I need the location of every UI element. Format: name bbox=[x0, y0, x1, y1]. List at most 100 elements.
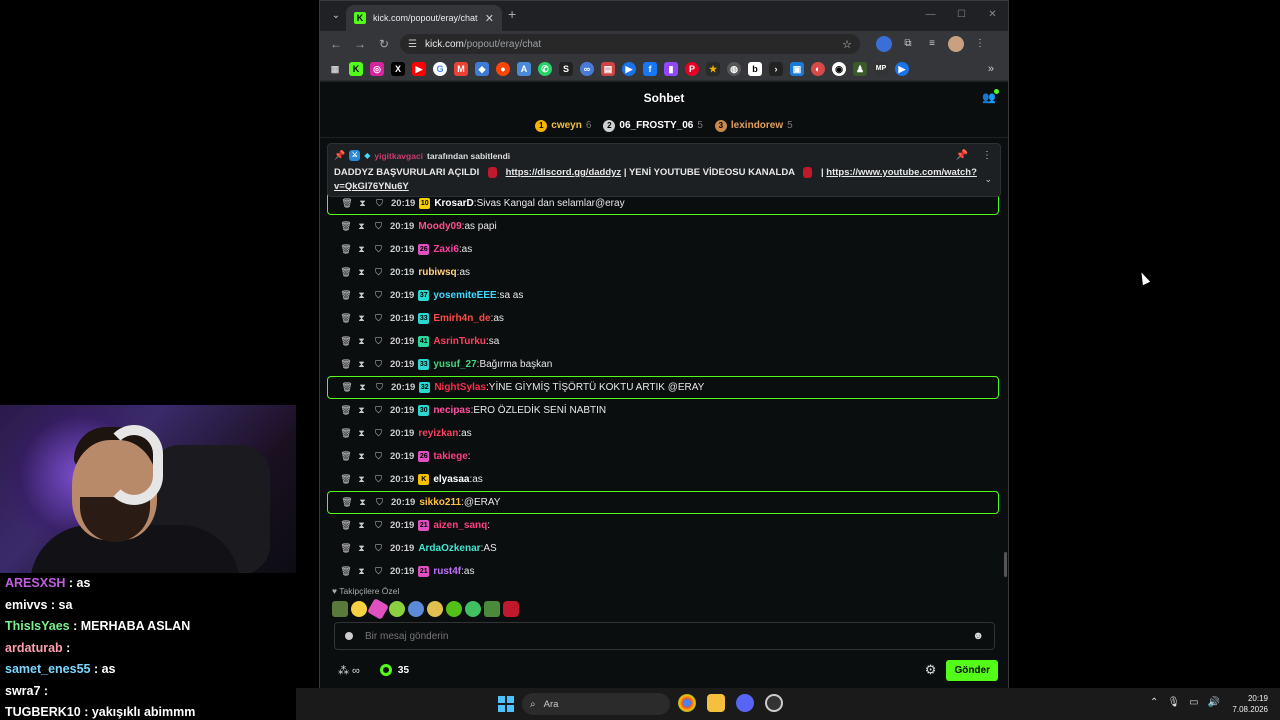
emote-10[interactable] bbox=[503, 601, 519, 617]
bookmark-red-icon[interactable]: ◐ bbox=[811, 61, 825, 76]
delete-message-icon[interactable]: 🗑 bbox=[339, 543, 353, 554]
chat-username[interactable]: Emirh4n_de bbox=[433, 313, 490, 324]
emoji-icon[interactable]: ☻ bbox=[972, 630, 984, 642]
emote-2[interactable] bbox=[351, 601, 367, 617]
timeout-icon[interactable]: ⧗ bbox=[353, 566, 370, 577]
profile-avatar[interactable] bbox=[948, 36, 964, 52]
timeout-icon[interactable]: ⧗ bbox=[353, 451, 370, 462]
send-button[interactable]: Gönder bbox=[946, 659, 998, 681]
bookmark-kick-icon[interactable]: K bbox=[349, 61, 363, 76]
timeout-icon[interactable]: ⧗ bbox=[353, 543, 370, 554]
leaderboard-entry[interactable]: 3 lexindorew 5 bbox=[714, 119, 793, 132]
bookmark-sphere-icon[interactable]: ◍ bbox=[727, 61, 741, 76]
close-window-button[interactable]: ✕ bbox=[977, 1, 1008, 29]
ban-icon[interactable]: ⛉ bbox=[370, 336, 387, 347]
bookmark-s-icon[interactable]: S bbox=[559, 61, 573, 76]
chat-username[interactable]: rubiwsq bbox=[418, 267, 456, 278]
chat-username[interactable]: takiege bbox=[433, 451, 467, 462]
ban-icon[interactable]: ⛉ bbox=[370, 474, 387, 485]
timeout-icon[interactable]: ⧗ bbox=[354, 497, 371, 508]
ban-icon[interactable]: ⛉ bbox=[371, 497, 388, 508]
tab-kick-chat[interactable]: K kick.com/popout/eray/chat ✕ bbox=[346, 5, 502, 31]
timeout-icon[interactable]: ⧗ bbox=[354, 198, 371, 209]
timeout-icon[interactable]: ⧗ bbox=[353, 290, 370, 301]
timeout-icon[interactable]: ⧗ bbox=[353, 221, 370, 232]
bookmark-figure-icon[interactable]: ♟ bbox=[853, 61, 867, 76]
timeout-icon[interactable]: ⧗ bbox=[353, 520, 370, 531]
timeout-icon[interactable]: ⧗ bbox=[353, 359, 370, 370]
delete-message-icon[interactable]: 🗑 bbox=[339, 267, 353, 278]
delete-message-icon[interactable]: 🗑 bbox=[339, 405, 353, 416]
bookmark-drive-icon[interactable]: ◆ bbox=[475, 61, 489, 76]
chat-username[interactable]: sikko211 bbox=[419, 497, 461, 508]
bookmark-star-icon[interactable]: ☆ bbox=[842, 38, 852, 51]
chat-username[interactable]: yosemiteEEE bbox=[433, 290, 496, 301]
emote-5[interactable] bbox=[408, 601, 424, 617]
message-input[interactable] bbox=[365, 630, 973, 642]
delete-message-icon[interactable]: 🗑 bbox=[339, 221, 353, 232]
more-bookmarks-icon[interactable]: » bbox=[988, 63, 994, 75]
taskbar-search[interactable]: ⌕ Ara bbox=[522, 693, 670, 715]
delete-message-icon[interactable]: 🗑 bbox=[340, 382, 354, 393]
start-button[interactable] bbox=[498, 696, 514, 712]
bookmark-link-icon[interactable]: ∞ bbox=[580, 61, 594, 76]
delete-message-icon[interactable]: 🗑 bbox=[340, 198, 354, 209]
chat-username[interactable]: rust4f bbox=[433, 566, 461, 577]
bookmark-arrow-icon[interactable]: › bbox=[769, 61, 783, 76]
timeout-icon[interactable]: ⧗ bbox=[353, 267, 370, 278]
site-info-icon[interactable]: ☰ bbox=[408, 39, 417, 50]
ban-icon[interactable]: ⛉ bbox=[370, 244, 387, 255]
emote-9[interactable] bbox=[484, 601, 500, 617]
bookmark-mp-icon[interactable]: MP bbox=[874, 61, 888, 76]
chat-username[interactable]: aizen_sanq bbox=[433, 520, 487, 531]
ban-icon[interactable]: ⛉ bbox=[371, 382, 388, 393]
ban-icon[interactable]: ⛉ bbox=[370, 520, 387, 531]
taskbar-clock[interactable]: 20:19 7.08.2026 bbox=[1232, 693, 1268, 715]
chat-username[interactable]: necipas bbox=[433, 405, 470, 416]
timeout-icon[interactable]: ⧗ bbox=[353, 313, 370, 324]
leaderboard-entry[interactable]: 2 06_FROSTY_06 5 bbox=[603, 119, 703, 132]
bookmark-twitch-icon[interactable]: ▮ bbox=[664, 61, 678, 76]
back-icon[interactable]: ← bbox=[324, 37, 348, 51]
emote-1[interactable] bbox=[332, 601, 348, 617]
user-settings-icon[interactable]: 👥 bbox=[982, 89, 999, 105]
ban-icon[interactable]: ⛉ bbox=[370, 405, 387, 416]
delete-message-icon[interactable]: 🗑 bbox=[339, 359, 353, 370]
bookmark-star-icon[interactable]: ★ bbox=[706, 61, 720, 76]
timeout-icon[interactable]: ⧗ bbox=[353, 244, 370, 255]
delete-message-icon[interactable]: 🗑 bbox=[339, 451, 353, 462]
bookmark-youtube-icon[interactable]: ▶ bbox=[412, 61, 426, 76]
pinned-discord-link[interactable]: https://discord.gg/daddyz bbox=[506, 167, 622, 178]
bookmark-circle-icon[interactable]: ◉ bbox=[832, 61, 846, 76]
maximize-button[interactable]: ☐ bbox=[946, 1, 977, 29]
bookmark-play2-icon[interactable]: ▶ bbox=[895, 61, 909, 76]
bookmark-reddit-icon[interactable]: ● bbox=[496, 61, 510, 76]
chat-username[interactable]: yusuf_27 bbox=[433, 359, 476, 370]
delete-message-icon[interactable]: 🗑 bbox=[339, 313, 353, 324]
ban-icon[interactable]: ⛉ bbox=[370, 267, 387, 278]
close-tab-icon[interactable]: ✕ bbox=[485, 12, 494, 25]
delete-message-icon[interactable]: 🗑 bbox=[339, 290, 353, 301]
apps-icon[interactable]: ▦ bbox=[328, 62, 342, 76]
timeout-icon[interactable]: ⧗ bbox=[353, 474, 370, 485]
url-field[interactable]: ☰ kick.com/popout/eray/chat ☆ bbox=[400, 34, 860, 54]
ban-icon[interactable]: ⛉ bbox=[370, 451, 387, 462]
emote-7[interactable] bbox=[446, 601, 462, 617]
timeout-icon[interactable]: ⧗ bbox=[353, 428, 370, 439]
bookmark-news-icon[interactable]: ▤ bbox=[601, 61, 615, 76]
timeout-icon[interactable]: ⧗ bbox=[354, 382, 371, 393]
delete-message-icon[interactable]: 🗑 bbox=[340, 497, 354, 508]
bookmark-play-icon[interactable]: ▶ bbox=[622, 61, 636, 76]
pin-menu-icon[interactable]: ⋮ bbox=[982, 150, 992, 161]
emote-8[interactable] bbox=[465, 601, 481, 617]
bookmark-google-icon[interactable]: G bbox=[433, 61, 447, 76]
emote-3[interactable] bbox=[367, 598, 389, 620]
extension-icon[interactable] bbox=[876, 36, 892, 52]
delete-message-icon[interactable]: 🗑 bbox=[339, 520, 353, 531]
chat-settings-icon[interactable]: ⚙ bbox=[925, 662, 937, 678]
bookmark-gmail-icon[interactable]: M bbox=[454, 61, 468, 76]
delete-message-icon[interactable]: 🗑 bbox=[339, 474, 353, 485]
chat-username[interactable]: elyasaa bbox=[433, 474, 469, 485]
bookmark-box-icon[interactable]: ▣ bbox=[790, 61, 804, 76]
chat-scrollbar[interactable] bbox=[1004, 552, 1007, 577]
